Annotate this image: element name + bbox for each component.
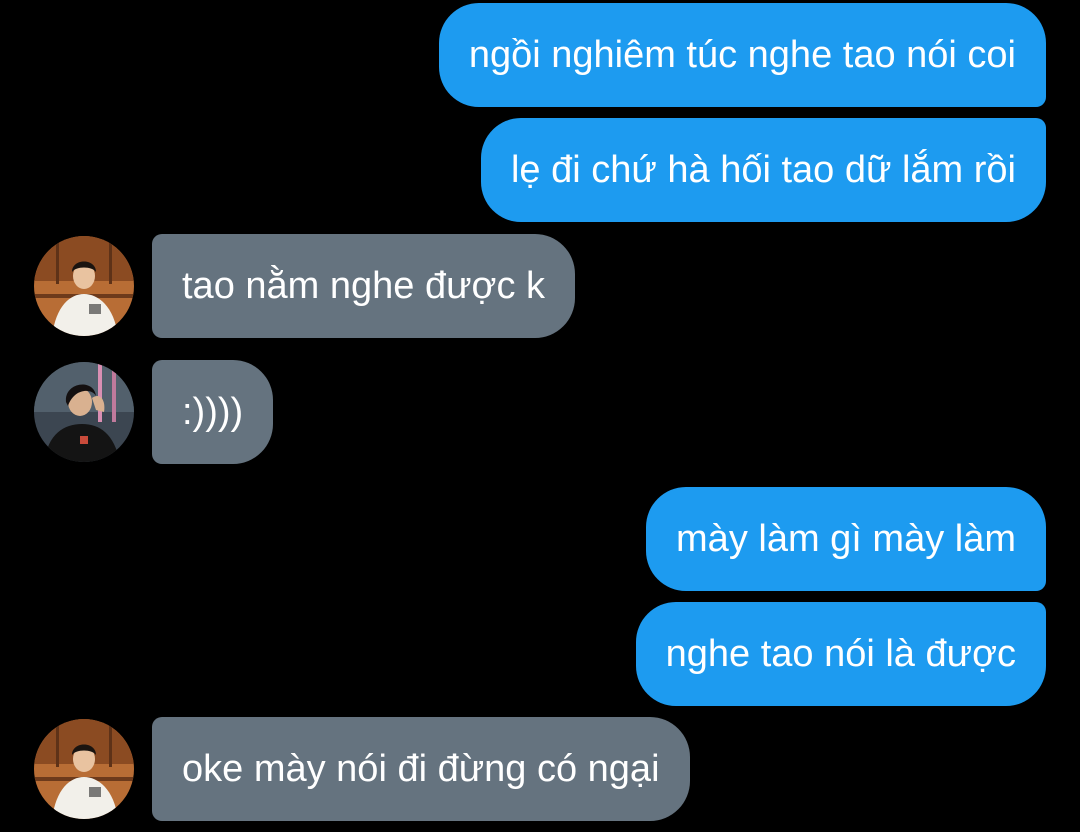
- avatar[interactable]: [34, 719, 134, 819]
- message-text: ngồi nghiêm túc nghe tao nói coi: [468, 34, 1016, 76]
- message-bubble[interactable]: tao nằm nghe được k: [152, 234, 576, 338]
- outgoing-message[interactable]: ngồi nghiêm túc nghe tao nói coi: [438, 3, 1046, 107]
- message-bubble[interactable]: :)))): [152, 360, 274, 464]
- avatar[interactable]: [34, 236, 134, 336]
- message-text: oke mày nói đi đừng có ngại: [182, 748, 660, 790]
- incoming-message[interactable]: oke mày nói đi đừng có ngại: [34, 717, 690, 821]
- avatar-person-white-shirt-icon: [34, 236, 134, 336]
- message-bubble[interactable]: oke mày nói đi đừng có ngại: [152, 717, 690, 821]
- message-text: :)))): [182, 391, 244, 433]
- message-text: mày làm gì mày làm: [676, 518, 1016, 560]
- incoming-message[interactable]: :)))): [34, 360, 274, 464]
- message-text: tao nằm nghe được k: [182, 265, 546, 307]
- chat-thread: ngồi nghiêm túc nghe tao nói coi lẹ đi c…: [0, 0, 1080, 832]
- incoming-message[interactable]: tao nằm nghe được k: [34, 234, 576, 338]
- avatar[interactable]: [34, 362, 134, 462]
- message-bubble[interactable]: lẹ đi chứ hà hối tao dữ lắm rồi: [480, 118, 1046, 222]
- avatar-person-white-shirt-icon: [34, 719, 134, 819]
- outgoing-message[interactable]: mày làm gì mày làm: [646, 487, 1046, 591]
- outgoing-message[interactable]: lẹ đi chứ hà hối tao dữ lắm rồi: [480, 118, 1046, 222]
- message-bubble[interactable]: nghe tao nói là được: [635, 602, 1046, 706]
- message-bubble[interactable]: mày làm gì mày làm: [646, 487, 1046, 591]
- message-text: lẹ đi chứ hà hối tao dữ lắm rồi: [510, 149, 1016, 191]
- message-bubble[interactable]: ngồi nghiêm túc nghe tao nói coi: [438, 3, 1046, 107]
- message-text: nghe tao nói là được: [665, 633, 1016, 675]
- outgoing-message[interactable]: nghe tao nói là được: [635, 602, 1046, 706]
- avatar-person-black-shirt-icon: [34, 362, 134, 462]
